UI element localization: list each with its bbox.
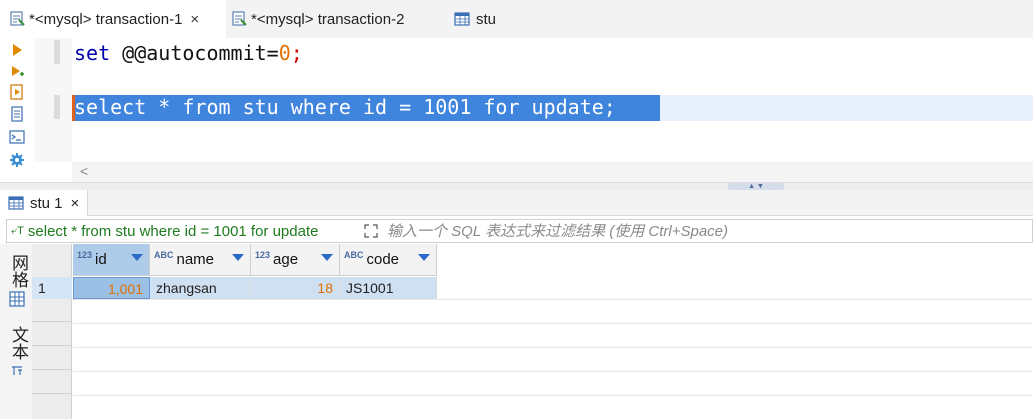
statement-marker [54,40,60,64]
console-icon[interactable] [9,129,25,145]
column-header-code[interactable]: ABC code [340,244,437,276]
text-view-icon[interactable] [10,364,24,378]
numeric-type-icon: 123 [255,250,271,260]
expand-icon[interactable] [363,223,379,239]
tab-stu[interactable]: stu [452,0,542,38]
tab-transaction-2[interactable]: *<mysql> transaction-2 [230,0,444,38]
table-icon [454,12,470,26]
cell-name[interactable]: zhangsan [150,277,251,299]
execute-new-tab-icon[interactable] [9,64,25,80]
statement-marker [54,95,60,119]
tab-label: *<mysql> transaction-2 [251,10,405,28]
text-caret [72,95,75,121]
text-type-icon: ABC [154,250,174,260]
tab-label: stu [476,10,497,28]
column-name: name [176,251,215,268]
grid-view-button[interactable]: 网格 [6,254,28,288]
column-name: id [95,251,107,268]
sql-editor-icon [10,11,25,26]
settings-gear-icon[interactable] [9,152,25,168]
tab-label: *<mysql> transaction-1 [29,10,183,28]
sort-dropdown-icon[interactable] [418,254,430,261]
sort-dropdown-icon[interactable] [321,254,333,261]
explain-plan-icon[interactable] [9,106,25,122]
cell-age[interactable]: 18 [251,277,340,299]
grid-icon[interactable] [9,291,25,307]
grid-line [73,299,1033,300]
column-name: code [366,251,400,268]
line-gutter [34,38,72,162]
results-grid[interactable]: 123 id ABC name 123 age ABC code 1 1,001… [32,244,1033,419]
row-divider [32,393,72,394]
column-header-id[interactable]: 123 id [73,244,150,276]
execute-script-icon[interactable] [9,84,25,100]
row-divider [32,321,72,322]
source-query[interactable]: ⤶T select * from stu where id = 1001 for… [7,220,357,242]
code-line-2[interactable]: select * from stu where id = 1001 for up… [74,95,616,119]
source-query-text: select * from stu where id = 1001 for up… [27,222,319,240]
tab-transaction-1[interactable]: *<mysql> transaction-1 × [0,0,226,38]
tab-label: stu 1 [30,194,63,212]
row-number[interactable]: 1 [32,277,72,299]
scroll-left-icon[interactable]: < [80,163,88,179]
row-divider [32,369,72,370]
sql-editor[interactable]: set @@autocommit=0; select * from stu wh… [0,38,1033,182]
editor-side-toolbar [0,38,34,182]
editor-horizontal-scrollbar[interactable]: < [72,162,1033,182]
table-icon [8,196,24,210]
cell-code[interactable]: JS1001 [340,277,437,299]
text-view-button[interactable]: 文本 [6,326,28,360]
column-name: age [273,251,299,268]
close-icon[interactable]: × [71,195,80,212]
editor-tab-bar: *<mysql> transaction-1 × *<mysql> transa… [0,0,1033,38]
results-tab-bar: stu 1 × [0,190,1033,216]
grid-line [73,395,1033,396]
column-header-name[interactable]: ABC name [150,244,251,276]
grid-line [73,323,1033,324]
splitter-toggle-icon[interactable]: ▲ ▼ [728,183,784,190]
results-view-switcher: 网格 文本 [0,244,32,419]
grid-line [73,347,1033,348]
filter-expression-input[interactable] [387,220,1027,242]
code-line-1[interactable]: set @@autocommit=0; [74,41,303,65]
keyword-set: set [74,41,111,65]
result-filter-bar: ⤶T select * from stu where id = 1001 for… [6,219,1033,243]
sql-editor-icon [232,11,247,26]
code-text: @@autocommit= [110,41,279,65]
numeric-type-icon: 123 [77,250,93,260]
text-type-icon: ABC [344,250,364,260]
column-header-age[interactable]: 123 age [251,244,340,276]
code-semicolon: ; [290,41,303,65]
code-number: 0 [278,41,291,65]
close-icon[interactable]: × [190,11,199,28]
panel-splitter[interactable]: ▲ ▼ [0,182,1033,190]
execute-statement-icon[interactable] [9,42,25,58]
grid-line [73,371,1033,372]
row-divider [32,345,72,346]
sort-dropdown-icon[interactable] [232,254,244,261]
sort-dropdown-icon[interactable] [131,254,143,261]
query-link-icon: ⤶T [11,224,24,237]
tab-results-stu-1[interactable]: stu 1 × [0,190,88,216]
cell-id[interactable]: 1,001 [73,277,150,299]
